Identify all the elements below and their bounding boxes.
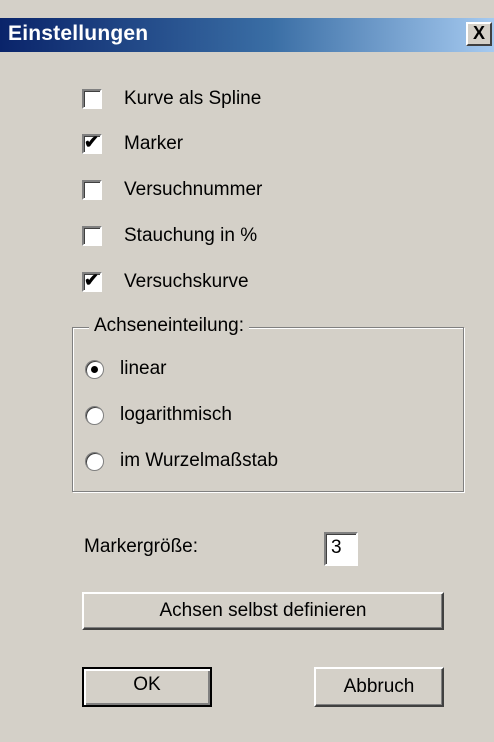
- close-icon: X: [472, 23, 485, 43]
- marker-size-label: Markergröße:: [84, 536, 199, 557]
- radio-square-root[interactable]: im Wurzelmaßstab: [85, 446, 278, 476]
- option-label: Marker: [124, 133, 184, 154]
- marker-size-input[interactable]: 3: [324, 532, 358, 566]
- title-bar[interactable]: Einstellungen X: [0, 18, 494, 52]
- logarithmic-radio[interactable]: [85, 405, 104, 425]
- test-number-checkbox[interactable]: [82, 180, 102, 200]
- spline-checkbox[interactable]: [82, 89, 102, 109]
- cancel-button[interactable]: Abbruch: [314, 667, 444, 707]
- radio-logarithmic[interactable]: logarithmisch: [85, 400, 232, 430]
- settings-dialog: Einstellungen X Kurve als Spline ✔ Marke…: [0, 0, 494, 742]
- radio-label: logarithmisch: [120, 404, 232, 425]
- axis-scaling-legend: Achseneinteilung:: [89, 315, 249, 337]
- option-label: Kurve als Spline: [124, 88, 262, 109]
- option-test-number[interactable]: Versuchnummer: [82, 175, 262, 205]
- option-test-curve[interactable]: ✔ Versuchskurve: [82, 267, 249, 297]
- option-label: Stauchung in %: [124, 225, 258, 246]
- axis-scaling-group: Achseneinteilung: linear logarithmisch i…: [72, 315, 464, 492]
- compression-percent-checkbox[interactable]: [82, 226, 102, 246]
- dialog-title: Einstellungen: [8, 22, 149, 45]
- option-compression-percent[interactable]: Stauchung in %: [82, 221, 257, 251]
- linear-radio[interactable]: [85, 359, 104, 379]
- checkmark-icon: ✔: [84, 132, 100, 152]
- radio-selected-dot: [91, 365, 98, 373]
- radio-label: linear: [120, 358, 167, 379]
- radio-label: im Wurzelmaßstab: [120, 450, 279, 471]
- close-button[interactable]: X: [466, 22, 492, 46]
- option-label: Versuchskurve: [124, 271, 249, 292]
- radio-linear[interactable]: linear: [85, 354, 166, 384]
- square-root-radio[interactable]: [85, 451, 104, 471]
- test-curve-checkbox[interactable]: ✔: [82, 270, 102, 292]
- marker-checkbox[interactable]: ✔: [82, 132, 102, 154]
- ok-button[interactable]: OK: [82, 667, 212, 707]
- option-label: Versuchnummer: [124, 179, 263, 200]
- option-spline[interactable]: Kurve als Spline: [82, 84, 261, 114]
- checkmark-icon: ✔: [84, 270, 100, 290]
- define-axes-button[interactable]: Achsen selbst definieren: [82, 592, 444, 630]
- option-marker[interactable]: ✔ Marker: [82, 129, 183, 159]
